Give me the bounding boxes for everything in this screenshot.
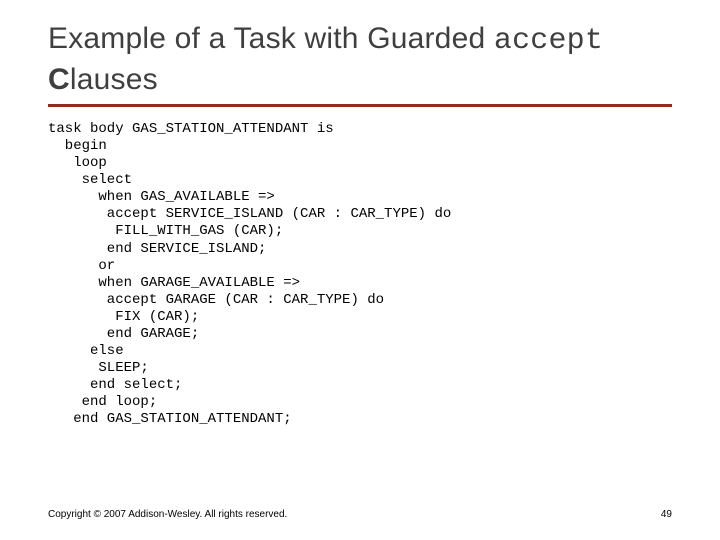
title-rest: lauses bbox=[70, 63, 158, 96]
code-block: task body GAS_STATION_ATTENDANT is begin… bbox=[48, 121, 672, 428]
page-number: 49 bbox=[661, 509, 672, 520]
copyright-text: Copyright © 2007 Addison-Wesley. All rig… bbox=[48, 509, 287, 520]
title-bold-c: C bbox=[48, 63, 70, 96]
slide-container: Example of a Task with Guarded accept Cl… bbox=[0, 0, 720, 428]
slide-title: Example of a Task with Guarded accept Cl… bbox=[48, 20, 672, 98]
slide-footer: Copyright © 2007 Addison-Wesley. All rig… bbox=[48, 509, 672, 520]
title-mono-accept: accept bbox=[494, 24, 603, 58]
title-underline bbox=[48, 104, 672, 107]
title-part1: Example of a Task with Guarded bbox=[48, 22, 494, 55]
